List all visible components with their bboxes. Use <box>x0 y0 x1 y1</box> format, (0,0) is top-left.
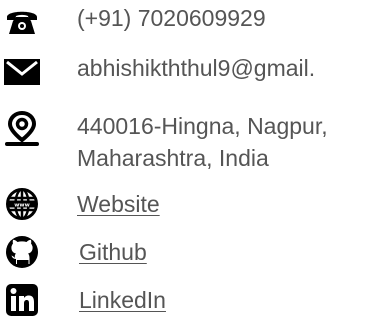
phone-number: (+91) 7020609929 <box>77 5 266 31</box>
address-line-1: 440016-Hingna, Nagpur, <box>77 113 328 139</box>
linkedin-link-text[interactable]: LinkedIn <box>79 287 166 313</box>
github-link-text[interactable]: Github <box>79 239 147 265</box>
contact-list: (+91) 7020609929 abhishikththul9@gmail. … <box>0 0 370 320</box>
address-line-2: Maharashtra, India <box>77 145 269 171</box>
globe-icon: www <box>4 186 40 222</box>
github-link[interactable]: Github <box>79 236 147 268</box>
email-address: abhishikththul9@gmail. <box>77 55 316 81</box>
linkedin-icon <box>4 282 40 318</box>
location-pin-icon <box>4 110 40 146</box>
website-link[interactable]: Website <box>77 188 160 220</box>
phone-icon <box>4 4 40 40</box>
envelope-icon <box>4 54 40 90</box>
website-link-text[interactable]: Website <box>77 191 160 217</box>
svg-text:www: www <box>14 202 30 208</box>
linkedin-link[interactable]: LinkedIn <box>79 284 166 316</box>
github-icon <box>4 234 40 270</box>
